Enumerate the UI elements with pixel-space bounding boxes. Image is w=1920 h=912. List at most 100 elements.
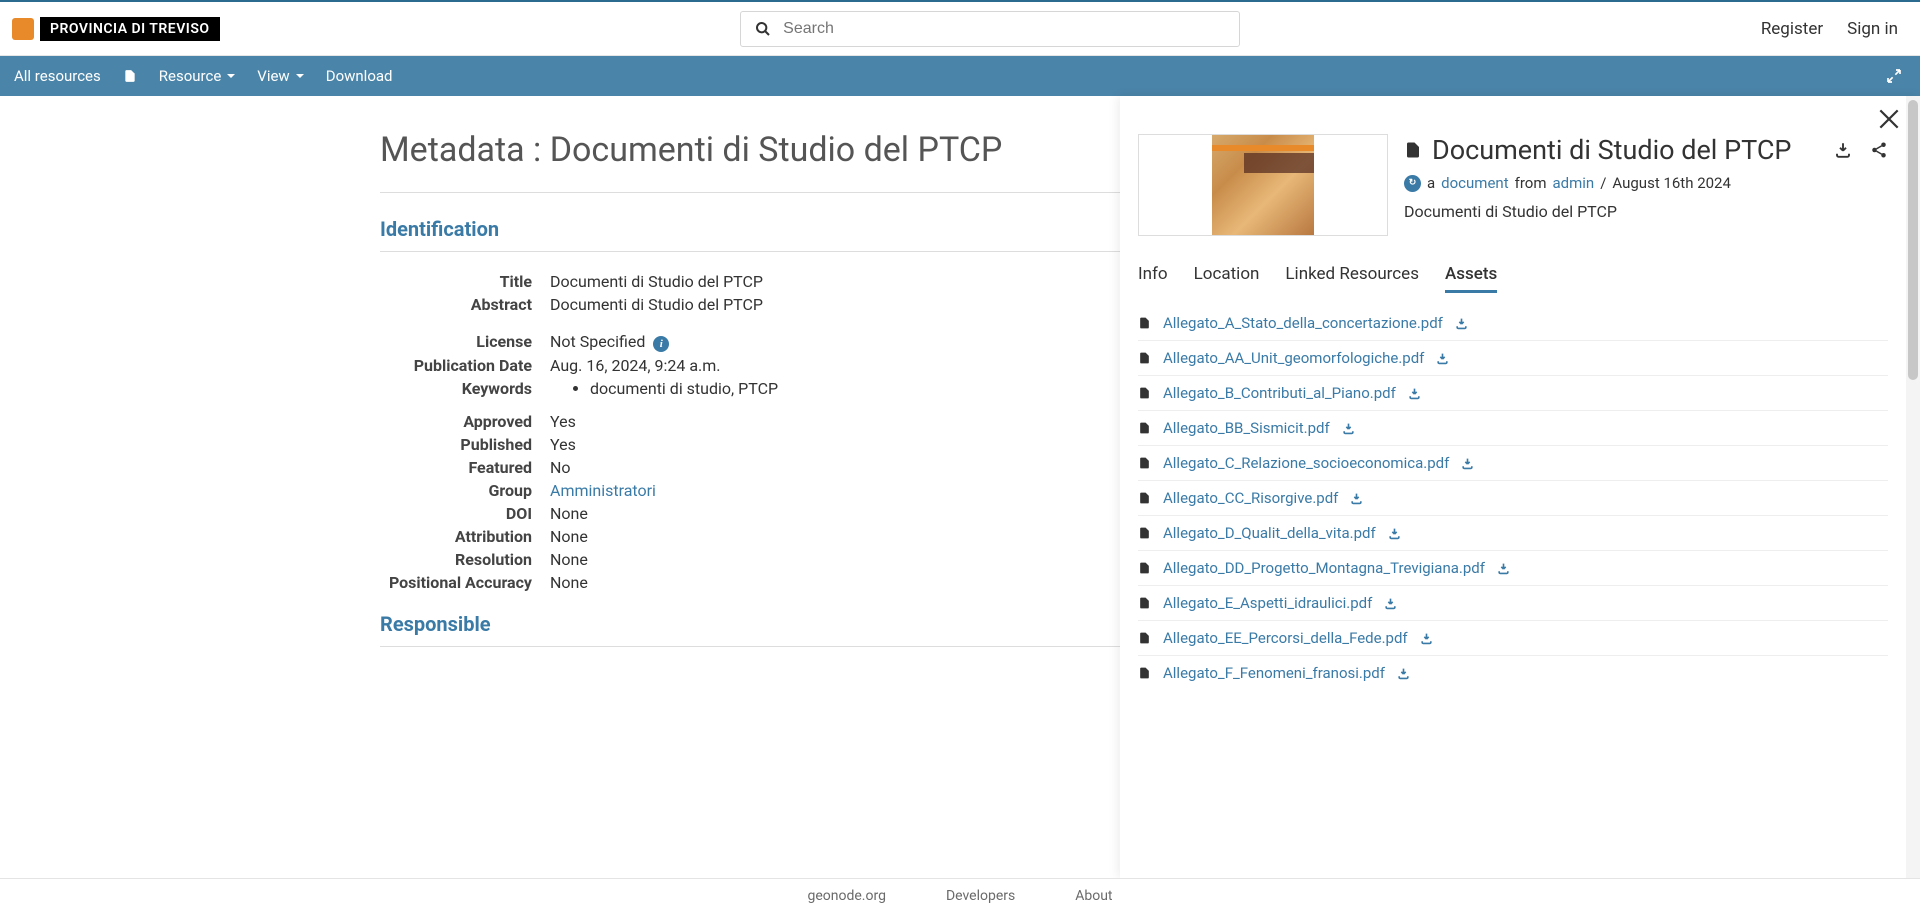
meta-date: August 16th 2024 bbox=[1612, 174, 1731, 192]
asset-link[interactable]: Allegato_D_Qualit_della_vita.pdf bbox=[1163, 524, 1376, 542]
footer-about[interactable]: About bbox=[1075, 888, 1112, 904]
scrollbar-thumb[interactable] bbox=[1908, 100, 1918, 380]
topbar: PROVINCIA DI TREVISO Register Sign in bbox=[0, 0, 1920, 56]
download-icon[interactable] bbox=[1455, 317, 1468, 330]
panel-description: Documenti di Studio del PTCP bbox=[1404, 200, 1888, 223]
asset-link[interactable]: Allegato_A_Stato_della_concertazione.pdf bbox=[1163, 314, 1443, 332]
asset-item: Allegato_DD_Progetto_Montagna_Trevigiana… bbox=[1138, 551, 1888, 586]
asset-link[interactable]: Allegato_DD_Progetto_Montagna_Trevigiana… bbox=[1163, 559, 1485, 577]
file-icon bbox=[1138, 420, 1151, 436]
tab-assets[interactable]: Assets bbox=[1445, 264, 1497, 293]
footer: geonode.org Developers About bbox=[0, 878, 1920, 912]
download-icon[interactable] bbox=[1436, 352, 1449, 365]
asset-item: Allegato_B_Contributi_al_Piano.pdf bbox=[1138, 376, 1888, 411]
nav-view[interactable]: View bbox=[257, 67, 303, 85]
download-icon[interactable] bbox=[1461, 457, 1474, 470]
download-icon[interactable] bbox=[1420, 632, 1433, 645]
asset-list: Allegato_A_Stato_della_concertazione.pdf… bbox=[1138, 306, 1888, 690]
nav-all-resources[interactable]: All resources bbox=[14, 67, 101, 85]
download-icon[interactable] bbox=[1384, 597, 1397, 610]
nav-view-label: View bbox=[257, 67, 289, 85]
file-icon bbox=[1138, 350, 1151, 366]
download-icon[interactable] bbox=[1397, 667, 1410, 680]
share-icon[interactable] bbox=[1870, 141, 1888, 159]
search-container bbox=[220, 11, 1761, 47]
label-group: Group bbox=[380, 481, 550, 500]
expand-icon[interactable] bbox=[1886, 68, 1902, 84]
asset-item: Allegato_CC_Risorgive.pdf bbox=[1138, 481, 1888, 516]
tab-info[interactable]: Info bbox=[1138, 264, 1168, 293]
asset-link[interactable]: Allegato_EE_Percorsi_della_Fede.pdf bbox=[1163, 629, 1408, 647]
search-box[interactable] bbox=[740, 11, 1240, 47]
label-published: Published bbox=[380, 435, 550, 454]
nav-document-icon[interactable] bbox=[123, 67, 137, 85]
navbar: All resources Resource View Download bbox=[0, 56, 1920, 96]
group-link[interactable]: Amministratori bbox=[550, 481, 656, 500]
license-icon: ↻ bbox=[1404, 175, 1421, 192]
file-icon bbox=[1138, 665, 1151, 681]
label-doi: DOI bbox=[380, 504, 550, 523]
panel-tabs: Info Location Linked Resources Assets bbox=[1138, 264, 1888, 294]
label-title: Title bbox=[380, 272, 550, 291]
download-icon[interactable] bbox=[1342, 422, 1355, 435]
panel-header: Documenti di Studio del PTCP ↻ a bbox=[1138, 134, 1888, 236]
scrollbar[interactable] bbox=[1906, 96, 1920, 878]
file-icon bbox=[1138, 490, 1151, 506]
asset-link[interactable]: Allegato_C_Relazione_socioeconomica.pdf bbox=[1163, 454, 1449, 472]
type-link[interactable]: document bbox=[1441, 174, 1508, 192]
register-link[interactable]: Register bbox=[1761, 19, 1823, 39]
chevron-down-icon bbox=[296, 74, 304, 78]
asset-item: Allegato_BB_Sismicit.pdf bbox=[1138, 411, 1888, 446]
asset-link[interactable]: Allegato_F_Fenomeni_franosi.pdf bbox=[1163, 664, 1385, 682]
nav-download-label: Download bbox=[326, 67, 393, 85]
label-positional-accuracy: Positional Accuracy bbox=[380, 573, 550, 592]
download-icon[interactable] bbox=[1497, 562, 1510, 575]
label-approved: Approved bbox=[380, 412, 550, 431]
asset-link[interactable]: Allegato_E_Aspetti_idraulici.pdf bbox=[1163, 594, 1372, 612]
meta-from: from bbox=[1515, 174, 1547, 192]
label-resolution: Resolution bbox=[380, 550, 550, 569]
brand-text: PROVINCIA DI TREVISO bbox=[40, 17, 220, 41]
chevron-down-icon bbox=[227, 74, 235, 78]
signin-link[interactable]: Sign in bbox=[1847, 19, 1898, 39]
asset-link[interactable]: Allegato_CC_Risorgive.pdf bbox=[1163, 489, 1338, 507]
asset-item: Allegato_C_Relazione_socioeconomica.pdf bbox=[1138, 446, 1888, 481]
panel-title: Documenti di Studio del PTCP bbox=[1432, 134, 1824, 166]
asset-item: Allegato_A_Stato_della_concertazione.pdf bbox=[1138, 306, 1888, 341]
label-publication-date: Publication Date bbox=[380, 356, 550, 375]
search-icon bbox=[755, 21, 771, 37]
nav-download[interactable]: Download bbox=[326, 67, 393, 85]
thumbnail bbox=[1138, 134, 1388, 236]
download-icon[interactable] bbox=[1408, 387, 1421, 400]
download-icon[interactable] bbox=[1388, 527, 1401, 540]
search-input[interactable] bbox=[783, 20, 1225, 38]
tab-location[interactable]: Location bbox=[1194, 264, 1260, 293]
label-attribution: Attribution bbox=[380, 527, 550, 546]
asset-link[interactable]: Allegato_B_Contributi_al_Piano.pdf bbox=[1163, 384, 1396, 402]
label-keywords: Keywords bbox=[380, 379, 550, 398]
label-license: License bbox=[380, 332, 550, 352]
footer-geonode[interactable]: geonode.org bbox=[807, 888, 885, 904]
nav-all-resources-label: All resources bbox=[14, 67, 101, 85]
side-panel-content: Documenti di Studio del PTCP ↻ a bbox=[1120, 96, 1906, 878]
panel-meta-line: ↻ a document from admin / August 16th 20… bbox=[1404, 174, 1888, 192]
asset-link[interactable]: Allegato_BB_Sismicit.pdf bbox=[1163, 419, 1330, 437]
close-icon[interactable] bbox=[1876, 106, 1902, 132]
document-icon bbox=[1404, 139, 1422, 161]
label-featured: Featured bbox=[380, 458, 550, 477]
brand-logo[interactable]: PROVINCIA DI TREVISO bbox=[12, 17, 220, 41]
download-icon[interactable] bbox=[1834, 141, 1852, 159]
asset-link[interactable]: Allegato_AA_Unit_geomorfologiche.pdf bbox=[1163, 349, 1424, 367]
download-icon[interactable] bbox=[1350, 492, 1363, 505]
footer-developers[interactable]: Developers bbox=[946, 888, 1015, 904]
file-icon bbox=[1138, 315, 1151, 331]
user-link[interactable]: admin bbox=[1552, 174, 1594, 192]
asset-item: Allegato_AA_Unit_geomorfologiche.pdf bbox=[1138, 341, 1888, 376]
file-icon bbox=[1138, 525, 1151, 541]
file-icon bbox=[1138, 560, 1151, 576]
nav-resource[interactable]: Resource bbox=[159, 67, 236, 85]
tab-linked-resources[interactable]: Linked Resources bbox=[1285, 264, 1419, 293]
info-icon[interactable]: i bbox=[653, 336, 669, 352]
value-license-text: Not Specified bbox=[550, 332, 645, 351]
main-area: Metadata : Documenti di Studio del PTCP … bbox=[0, 96, 1920, 878]
